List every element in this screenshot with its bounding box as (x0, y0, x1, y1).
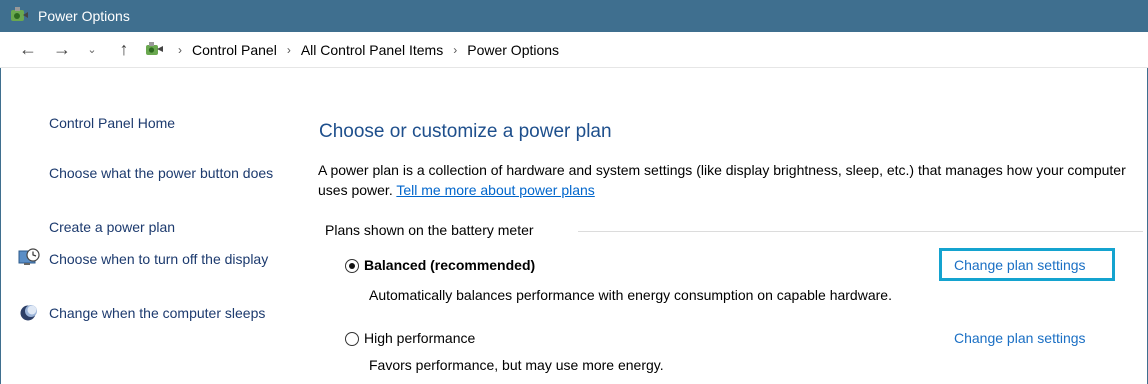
back-arrow-icon[interactable]: ← (18, 39, 38, 60)
breadcrumb-control-panel[interactable]: Control Panel (192, 42, 277, 58)
plan-name-balanced[interactable]: Balanced (recommended) (364, 257, 535, 273)
group-label: Plans shown on the battery meter (325, 222, 542, 238)
power-options-icon (144, 40, 164, 60)
sidebar: Control Panel Home Choose what the power… (0, 68, 290, 384)
page-title: Choose or customize a power plan (319, 121, 612, 142)
change-plan-settings-high-performance[interactable]: Change plan settings (954, 330, 1086, 346)
moon-icon (18, 304, 40, 324)
address-bar: ← → ⌄ ↑ › Control Panel › All Control Pa… (0, 32, 1148, 68)
plan-description-high-performance: Favors performance, but may use more ene… (369, 357, 664, 373)
sidebar-item-computer-sleeps[interactable]: Change when the computer sleeps (49, 303, 284, 323)
sidebar-item-power-button[interactable]: Choose what the power button does (49, 163, 284, 183)
window-title: Power Options (38, 8, 130, 24)
power-options-icon (9, 6, 29, 26)
breadcrumb: › Control Panel › All Control Panel Item… (168, 42, 559, 58)
plan-description-balanced: Automatically balances performance with … (369, 287, 892, 303)
breadcrumb-separator-icon: › (178, 42, 182, 57)
plan-name-high-performance[interactable]: High performance (364, 330, 475, 346)
up-arrow-icon[interactable]: ↑ (114, 39, 134, 60)
page-description: A power plan is a collection of hardware… (318, 160, 1143, 200)
learn-more-link[interactable]: Tell me more about power plans (396, 182, 594, 198)
title-bar: Power Options (0, 0, 1148, 32)
breadcrumb-separator-icon: › (286, 42, 291, 57)
breadcrumb-power-options[interactable]: Power Options (467, 42, 559, 58)
chevron-down-icon[interactable]: ⌄ (82, 43, 102, 56)
breadcrumb-separator-icon: › (453, 42, 458, 57)
group-divider (578, 231, 1143, 232)
sidebar-item-control-panel-home[interactable]: Control Panel Home (49, 113, 284, 133)
forward-arrow-icon[interactable]: → (52, 39, 72, 60)
balanced-radio[interactable] (345, 259, 359, 273)
sidebar-item-turn-off-display[interactable]: Choose when to turn off the display (49, 249, 284, 269)
highlight-box (939, 248, 1115, 281)
sidebar-item-create-plan[interactable]: Create a power plan (49, 217, 284, 237)
main-content: Choose or customize a power plan A power… (318, 68, 1148, 384)
breadcrumb-all-items[interactable]: All Control Panel Items (301, 42, 443, 58)
high-performance-radio[interactable] (345, 332, 359, 346)
monitor-clock-icon (18, 248, 40, 268)
